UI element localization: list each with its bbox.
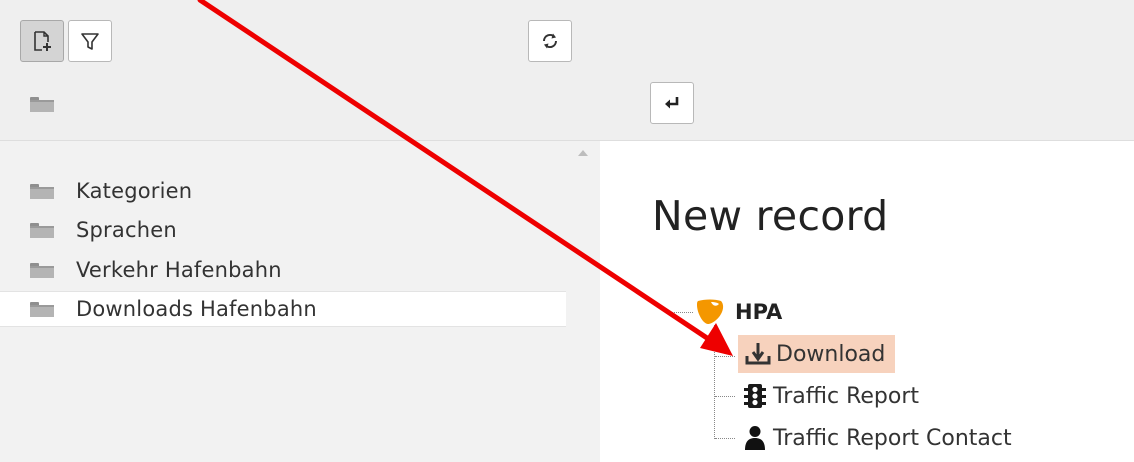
tree-item-downloads-hafenbahn[interactable]: Downloads Hafenbahn [0, 291, 566, 327]
traffic-light-icon [744, 384, 766, 408]
new-page-button[interactable] [20, 20, 64, 62]
tree-item-verkehr-hafenbahn[interactable]: Verkehr Hafenbahn [0, 252, 566, 288]
return-icon [665, 97, 679, 109]
folder-icon [30, 183, 54, 199]
record-label: Download [776, 341, 886, 367]
folder-icon [30, 301, 54, 317]
record-traffic-report-contact[interactable]: Traffic Report Contact [741, 419, 1012, 457]
folder-icon [30, 262, 54, 278]
filter-icon [81, 33, 99, 50]
tree-item-label: Kategorien [76, 179, 193, 203]
tree-item-kategorien[interactable]: Kategorien [0, 173, 566, 209]
folder-icon [30, 222, 54, 238]
filter-button[interactable] [68, 20, 112, 62]
typo3-logo-icon [697, 299, 724, 324]
record-root-label: HPA [735, 300, 783, 324]
record-root-hpa: HPA [695, 293, 782, 331]
scroll-up-icon[interactable] [578, 150, 588, 156]
tree-connector [715, 438, 735, 439]
tree-item-label: Sprachen [76, 218, 177, 242]
tree-connector [715, 356, 735, 357]
record-traffic-report[interactable]: Traffic Report [741, 377, 919, 415]
folder-icon[interactable] [30, 97, 54, 112]
tree-item-label: Verkehr Hafenbahn [76, 258, 282, 282]
record-label: Traffic Report Contact [773, 425, 1012, 451]
new-page-icon [34, 31, 51, 51]
tree-connector [667, 312, 693, 313]
refresh-icon [542, 33, 558, 49]
refresh-button[interactable] [528, 20, 572, 62]
person-icon [745, 426, 765, 450]
tree-connector [714, 325, 715, 439]
download-icon [745, 343, 771, 365]
tree-item-label: Downloads Hafenbahn [76, 297, 317, 321]
record-download[interactable]: Download [738, 335, 896, 373]
tree-item-sprachen[interactable]: Sprachen [0, 212, 566, 248]
page-title: New record [652, 192, 889, 240]
record-label: Traffic Report [773, 383, 920, 409]
tree-connector [715, 396, 735, 397]
return-button[interactable] [650, 82, 694, 124]
